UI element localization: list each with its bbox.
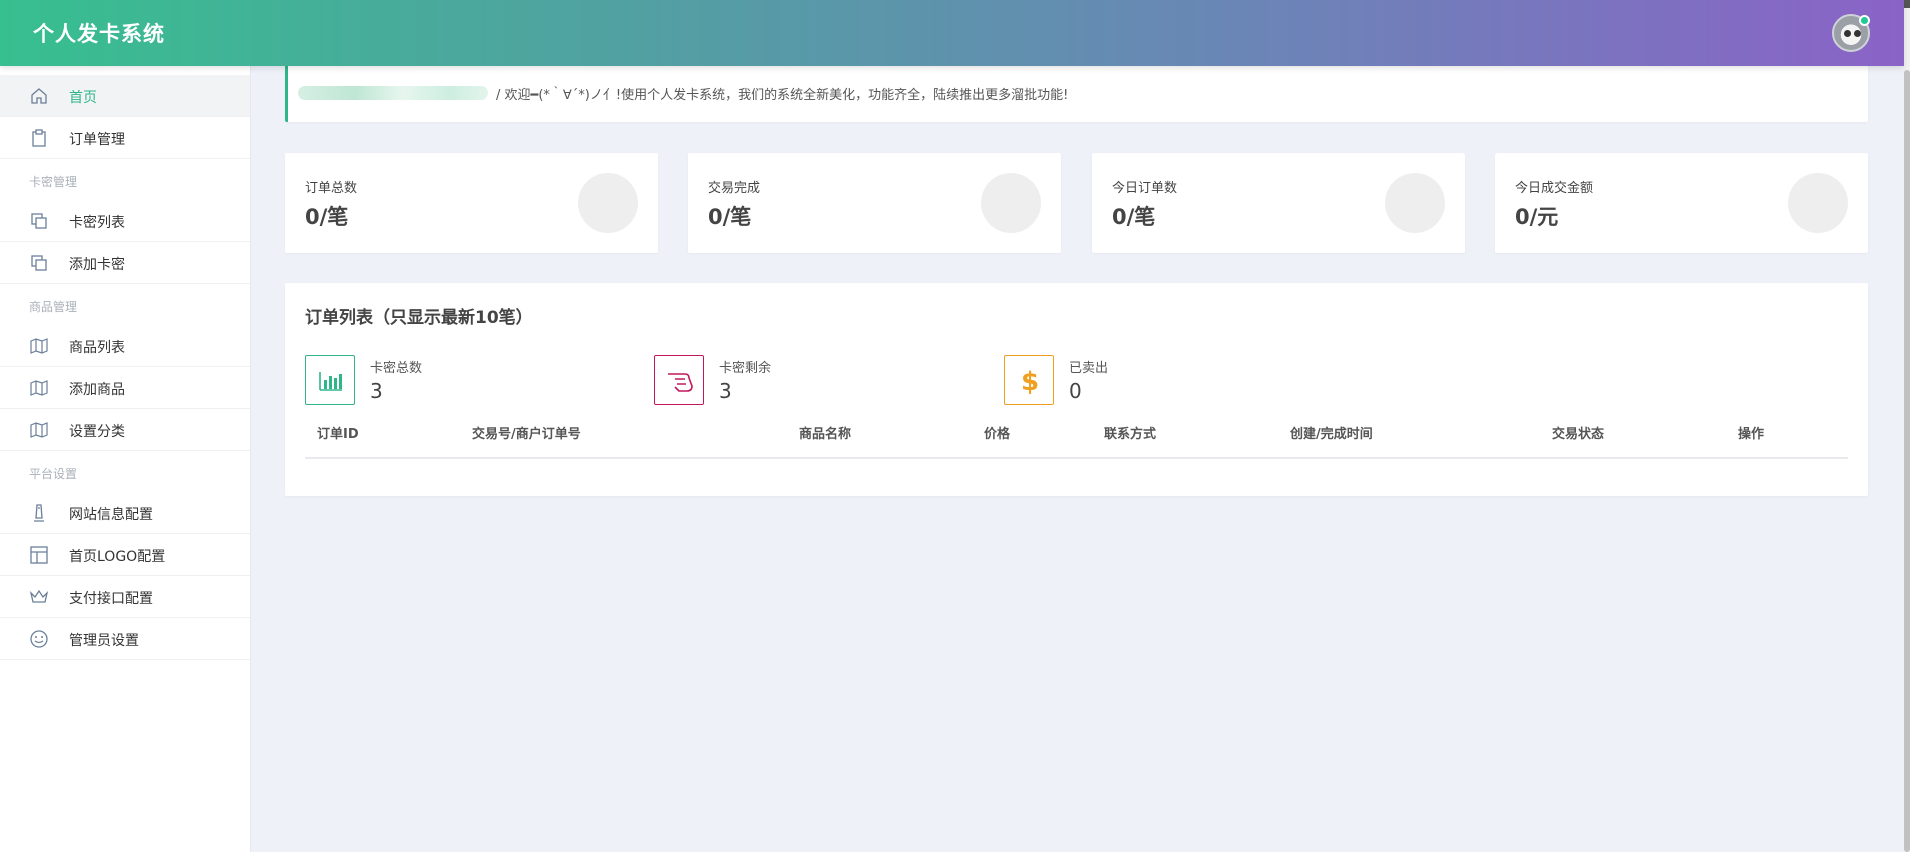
top-bar: 个人发卡系统 <box>0 0 1904 66</box>
stat-value: 0/元 <box>1515 205 1559 229</box>
stat-label: 今日成交金额 <box>1515 181 1594 196</box>
sidebar-item-label: 添加商品 <box>69 382 125 398</box>
orders-panel: 订单列表（只显示最新10笔） 卡密总数 3 卡密剩余 3 $ 已卖出 0 订单I… <box>285 283 1868 496</box>
column-price[interactable]: 价格 <box>984 423 1010 442</box>
sidebar-item-admin-settings[interactable]: 管理员设置 <box>0 618 250 660</box>
nav-group-platform-settings: 平台设置 <box>29 467 78 481</box>
summary-value: 3 <box>719 379 732 403</box>
summary-value: 3 <box>370 379 383 403</box>
sidebar-item-label: 商品列表 <box>69 340 125 356</box>
stat-placeholder-icon <box>578 173 638 233</box>
sidebar-item-label: 首页 <box>69 90 97 106</box>
sidebar-item-label: 添加卡密 <box>69 257 125 273</box>
dollar-icon: $ <box>1004 355 1054 405</box>
sidebar-item-label: 卡密列表 <box>69 215 125 231</box>
stat-placeholder-icon <box>1385 173 1445 233</box>
svg-text:$: $ <box>1021 367 1039 397</box>
hand-icon <box>654 355 704 405</box>
column-product-name[interactable]: 商品名称 <box>799 423 851 442</box>
sidebar-item-set-category[interactable]: 设置分类 <box>0 409 250 451</box>
avatar-eye-icon <box>1844 30 1851 37</box>
scrollbar-thumb[interactable] <box>1904 70 1910 852</box>
stat-label: 交易完成 <box>708 181 761 196</box>
tower-icon <box>34 504 44 522</box>
orders-title: 订单列表（只显示最新10笔） <box>305 308 533 328</box>
online-status-icon <box>1859 15 1870 26</box>
crown-icon <box>29 589 49 603</box>
nav-group-product-management: 商品管理 <box>29 300 78 314</box>
map-icon <box>30 338 48 354</box>
summary-label: 已卖出 <box>1069 361 1109 376</box>
stat-card-completed: 交易完成 0/笔 <box>688 153 1061 253</box>
stat-label: 今日订单数 <box>1112 181 1178 196</box>
column-status[interactable]: 交易状态 <box>1552 423 1604 442</box>
smile-icon <box>30 630 48 648</box>
stat-placeholder-icon <box>981 173 1041 233</box>
stat-placeholder-icon <box>1788 173 1848 233</box>
bar-chart-icon <box>305 355 355 405</box>
stat-value: 0/笔 <box>708 205 752 229</box>
clipboard-icon <box>32 129 46 147</box>
blurred-breadcrumb <box>298 86 488 100</box>
stat-label: 订单总数 <box>305 181 358 196</box>
home-icon <box>31 88 47 104</box>
sidebar-item-site-config[interactable]: 网站信息配置 <box>0 492 250 534</box>
summary-label: 卡密总数 <box>370 361 423 376</box>
sidebar-item-payment-config[interactable]: 支付接口配置 <box>0 576 250 618</box>
sidebar: 首页 订单管理 卡密管理 卡密列表 添加卡密 商品管理 商品列表 添加商品 设置… <box>0 66 251 852</box>
column-time[interactable]: 创建/完成时间 <box>1290 423 1373 442</box>
column-order-id[interactable]: 订单ID <box>317 423 359 442</box>
map-icon <box>30 422 48 438</box>
avatar[interactable] <box>1832 14 1870 52</box>
sidebar-item-label: 订单管理 <box>69 132 125 148</box>
sidebar-item-home[interactable]: 首页 <box>0 75 250 117</box>
summary-label: 卡密剩余 <box>719 361 772 376</box>
sidebar-item-label: 管理员设置 <box>69 633 139 649</box>
sidebar-item-card-list[interactable]: 卡密列表 <box>0 200 250 242</box>
stat-value: 0/笔 <box>305 205 349 229</box>
summary-value: 0 <box>1069 379 1082 403</box>
orders-table-header: 订单ID 交易号/商户订单号 商品名称 价格 联系方式 创建/完成时间 交易状态… <box>305 423 1848 459</box>
sidebar-item-logo-config[interactable]: 首页LOGO配置 <box>0 534 250 576</box>
layout-icon <box>30 546 48 564</box>
sidebar-item-label: 设置分类 <box>69 424 125 440</box>
copy-icon <box>31 255 47 271</box>
app-title: 个人发卡系统 <box>33 22 165 46</box>
map-icon <box>30 380 48 396</box>
stat-card-total-orders: 订单总数 0/笔 <box>285 153 658 253</box>
sidebar-item-add-product[interactable]: 添加商品 <box>0 367 250 409</box>
sidebar-item-label: 网站信息配置 <box>69 507 153 523</box>
sidebar-item-orders[interactable]: 订单管理 <box>0 117 250 159</box>
page-scrollbar[interactable] <box>1904 0 1910 852</box>
sidebar-item-label: 支付接口配置 <box>69 591 153 607</box>
column-contact[interactable]: 联系方式 <box>1104 423 1156 442</box>
nav-group-card-management: 卡密管理 <box>29 175 78 189</box>
scrollbar-up-icon[interactable] <box>1904 0 1910 8</box>
sidebar-item-product-list[interactable]: 商品列表 <box>0 325 250 367</box>
stat-card-today-orders: 今日订单数 0/笔 <box>1092 153 1465 253</box>
column-actions[interactable]: 操作 <box>1738 423 1764 442</box>
avatar-eye-icon <box>1854 30 1861 37</box>
stat-card-today-amount: 今日成交金额 0/元 <box>1495 153 1868 253</box>
copy-icon <box>31 213 47 229</box>
sidebar-item-add-card[interactable]: 添加卡密 <box>0 242 250 284</box>
stat-value: 0/笔 <box>1112 205 1156 229</box>
sidebar-item-label: 首页LOGO配置 <box>69 549 166 565</box>
welcome-message: / 欢迎━(*｀∀´*)ノ亻!使用个人发卡系统，我们的系统全新美化，功能齐全，陆… <box>496 88 1069 103</box>
column-trade-no[interactable]: 交易号/商户订单号 <box>472 423 581 442</box>
